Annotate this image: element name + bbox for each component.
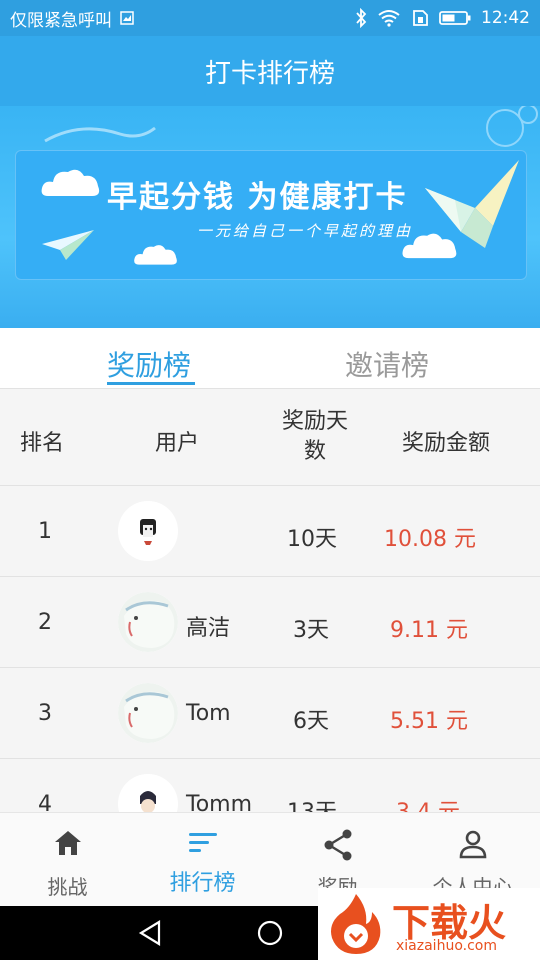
days-cell: 6天	[293, 709, 329, 734]
rank-cell: 4	[38, 792, 52, 812]
banner-headline: 早起分钱 为健康打卡	[107, 180, 408, 215]
table-row[interactable]: 1 10天 10.08 元	[0, 486, 540, 577]
cloud-icon	[134, 245, 177, 265]
page-title: 打卡排行榜	[204, 58, 335, 89]
avatar[interactable]	[118, 501, 178, 561]
promo-banner[interactable]: 早起分钱 为健康打卡 一元给自己一个早起的理由	[0, 106, 540, 328]
origami-bird-icon	[425, 160, 519, 248]
avatar[interactable]	[118, 774, 178, 812]
amount-cell: 9.11 元	[390, 618, 468, 643]
notification-text: 仅限紧急呼叫	[10, 10, 112, 31]
sim-icon	[411, 9, 429, 27]
cloud-icon	[41, 169, 100, 196]
leaderboard-list[interactable]: 1 10天 10.08 元 2 高洁 3天 9.11 元 3 Tom 6天 5.…	[0, 486, 540, 812]
nav-challenge[interactable]: 挑战	[0, 813, 135, 907]
table-header: 排名 用户 奖励天数 奖励金额	[0, 388, 540, 486]
wifi-icon	[377, 9, 401, 27]
app-header: 打卡排行榜	[0, 36, 540, 106]
home-circle-icon[interactable]	[256, 919, 284, 947]
nav-leaderboard[interactable]: 排行榜	[135, 813, 270, 907]
person-icon	[459, 830, 486, 859]
tab-invites[interactable]: 邀请榜	[345, 344, 429, 384]
clock: 12:42	[481, 8, 530, 28]
rank-cell: 2	[38, 610, 52, 635]
bluetooth-icon	[355, 8, 367, 28]
rank-cell: 3	[38, 701, 52, 726]
user-name: 高洁	[186, 616, 231, 641]
banner-card: 早起分钱 为健康打卡 一元给自己一个早起的理由	[15, 150, 527, 280]
status-bar: 仅限紧急呼叫 12:42	[0, 0, 540, 36]
amount-cell: 5.51 元	[390, 709, 468, 734]
avatar[interactable]	[118, 683, 178, 743]
list-icon	[188, 833, 217, 852]
amount-cell: 3.4 元	[396, 794, 460, 812]
nav-label: 排行榜	[169, 871, 236, 896]
watermark-url: xiazaihuo.com	[396, 938, 497, 954]
column-header-rank: 排名	[20, 431, 65, 456]
tab-active-indicator	[107, 382, 195, 385]
table-row[interactable]: 2 高洁 3天 9.11 元	[0, 577, 540, 668]
image-notification-icon	[120, 11, 134, 25]
column-header-days: 奖励天数	[281, 409, 348, 464]
days-cell: 3天	[293, 618, 329, 643]
tab-bar: 奖励榜 邀请榜	[0, 328, 540, 388]
back-icon[interactable]	[137, 919, 165, 947]
amount-cell: 10.08 元	[384, 527, 476, 552]
home-icon	[54, 831, 81, 855]
column-header-user: 用户	[155, 431, 200, 456]
bubble-decoration-icon	[486, 106, 538, 147]
table-row[interactable]: 3 Tom 6天 5.51 元	[0, 668, 540, 759]
share-icon	[324, 829, 351, 861]
table-row[interactable]: 4 Tomm 13天 3.4 元	[0, 759, 540, 812]
days-cell: 13天	[287, 794, 337, 812]
battery-icon	[439, 10, 471, 26]
flame-logo-icon	[331, 894, 381, 954]
days-cell: 10天	[287, 527, 337, 552]
user-name: Tom	[186, 701, 231, 726]
avatar[interactable]	[118, 592, 178, 652]
paper-plane-icon	[42, 230, 94, 260]
watermark: 下载火 xiazaihuo.com	[318, 888, 540, 960]
rank-cell: 1	[38, 519, 52, 544]
tab-rewards[interactable]: 奖励榜	[107, 344, 191, 384]
banner-subtitle: 一元给自己一个早起的理由	[197, 222, 414, 240]
user-name: Tomm	[186, 792, 253, 812]
column-header-amount: 奖励金额	[402, 431, 491, 456]
nav-label: 挑战	[47, 875, 88, 899]
